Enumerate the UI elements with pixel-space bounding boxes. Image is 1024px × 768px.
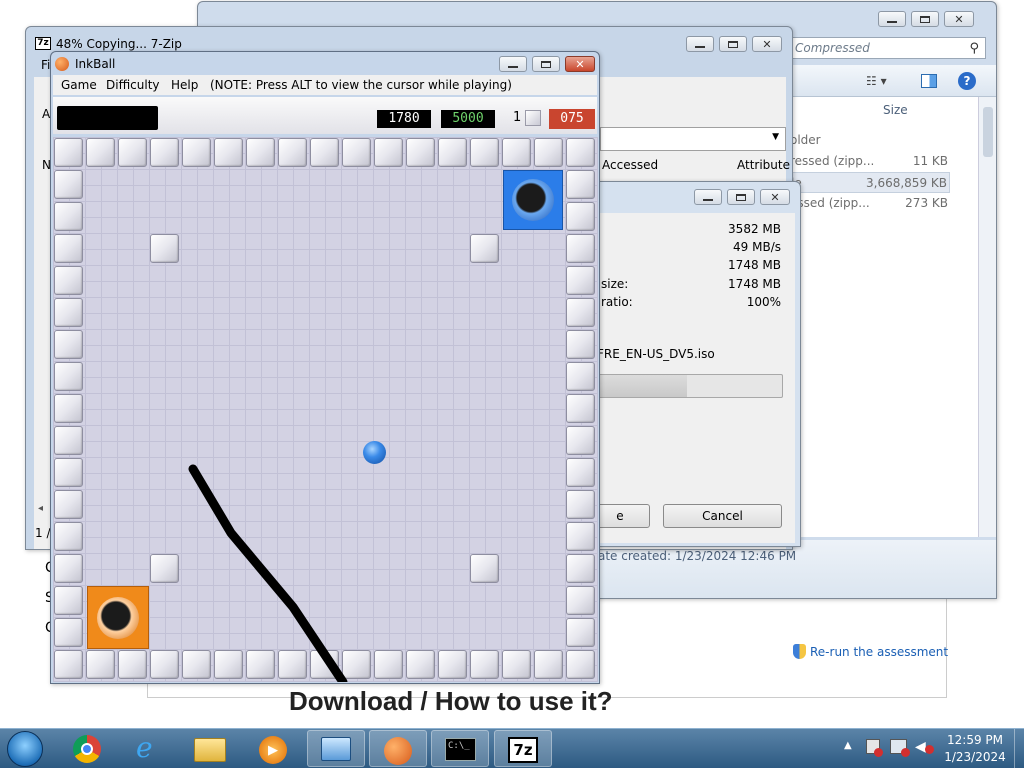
chrome-icon xyxy=(73,735,101,763)
scrollbar[interactable] xyxy=(978,97,996,537)
sevenzip-left-letter: A xyxy=(42,107,51,121)
target-score-display: 5000 xyxy=(441,110,495,128)
rerun-assessment-link[interactable]: Re-run the assessment xyxy=(793,644,948,659)
explorer-icon xyxy=(194,738,226,762)
page-heading: Download / How to use it? xyxy=(289,686,613,716)
ink-stroke xyxy=(188,464,348,682)
cancel-button[interactable]: Cancel xyxy=(663,504,782,528)
explorer-search-box[interactable]: Compressed ⚲ xyxy=(788,37,986,59)
cancel-button-label: Cancel xyxy=(702,509,743,523)
file-size: 11 KB xyxy=(912,154,948,168)
stat-label: ratio: xyxy=(601,295,633,309)
taskbar-chrome[interactable] xyxy=(59,730,117,767)
ie-icon: e xyxy=(136,731,153,764)
taskbar-media-player[interactable]: ▶ xyxy=(245,730,303,767)
file-name: ressed (zipp... xyxy=(790,154,875,168)
sevenzip-title: 48% Copying... 7-Zip xyxy=(56,37,182,51)
minimize-button[interactable] xyxy=(499,56,527,72)
rerun-link-label: Re-run the assessment xyxy=(810,644,949,659)
search-placeholder: Compressed xyxy=(795,41,870,55)
minimize-button[interactable] xyxy=(686,36,714,52)
progress-bar xyxy=(598,374,783,398)
ink-color-display xyxy=(57,106,158,130)
7zip-icon: 7z xyxy=(508,737,538,763)
taskbar-7zip[interactable]: 7z xyxy=(494,730,552,767)
clock-time[interactable]: 12:59 PM xyxy=(940,733,1010,747)
sevenzip-icon: 7z xyxy=(35,37,51,50)
taskbar-ie[interactable]: e xyxy=(122,730,180,767)
background-button-label: e xyxy=(616,509,624,523)
menu-help[interactable]: Help xyxy=(171,78,198,92)
inkball-icon xyxy=(384,737,412,765)
maximize-button[interactable] xyxy=(727,189,755,205)
inkball-title: InkBall xyxy=(75,57,116,71)
menu-note: (NOTE: Press ALT to view the cursor whil… xyxy=(210,78,512,92)
size-header[interactable]: Size xyxy=(883,103,908,117)
help-icon[interactable]: ? xyxy=(958,72,976,90)
menu-difficulty[interactable]: Difficulty xyxy=(106,78,160,92)
taskbar-remote-desktop[interactable] xyxy=(307,730,365,767)
timer-display: 075 xyxy=(549,109,595,129)
file-row-selected[interactable]: le 3,668,859 KB xyxy=(790,172,950,193)
views-icon[interactable]: ☷ ▾ xyxy=(866,74,887,88)
network-icon[interactable] xyxy=(890,739,910,757)
date-created-label: ate created: 1/23/2024 12:46 PM xyxy=(598,549,797,563)
menu-game[interactable]: Game xyxy=(61,78,97,92)
file-size: 3,668,859 KB xyxy=(866,176,947,190)
maximize-button[interactable] xyxy=(532,56,560,72)
stat-value: 1748 MB xyxy=(728,277,781,291)
show-hidden-icons-icon[interactable]: ▲ xyxy=(844,740,852,751)
chevron-down-icon: ▼ xyxy=(772,132,779,142)
balls-left-count: 1 xyxy=(513,110,522,125)
list-header-attribute[interactable]: Attribute xyxy=(737,158,790,172)
list-header-accessed[interactable]: Accessed xyxy=(602,158,658,172)
file-size: 273 KB xyxy=(905,196,948,210)
stat-value: 1748 MB xyxy=(728,258,781,272)
close-button[interactable]: ✕ xyxy=(944,11,974,27)
stat-value: 49 MB/s xyxy=(733,240,781,254)
sevenzip-scroll-left[interactable]: ◂ xyxy=(38,503,43,514)
show-desktop-button[interactable] xyxy=(1014,729,1024,768)
copy-progress-dialog: ✕ 3582 MB 49 MB/s 1748 MB size: 1748 MB … xyxy=(575,181,801,547)
taskbar-cmd[interactable]: C:\_ xyxy=(431,730,489,767)
path-dropdown[interactable]: ▼ xyxy=(600,127,786,151)
close-button[interactable]: ✕ xyxy=(760,189,790,205)
current-filename: FRE_EN-US_DV5.iso xyxy=(597,347,715,361)
ball-tile-icon xyxy=(525,110,541,126)
minimize-button[interactable] xyxy=(694,189,722,205)
clock-date[interactable]: 1/23/2024 xyxy=(940,750,1010,764)
volume-icon[interactable]: ◀ xyxy=(915,739,934,755)
action-center-icon[interactable] xyxy=(866,739,883,757)
remote-desktop-icon xyxy=(321,737,351,761)
close-button[interactable]: ✕ xyxy=(752,36,782,52)
taskbar-explorer[interactable] xyxy=(182,730,240,767)
maximize-button[interactable] xyxy=(911,11,939,27)
start-orb-icon[interactable] xyxy=(7,731,43,767)
stat-value: 3582 MB xyxy=(728,222,781,236)
inkball-app-icon xyxy=(55,57,69,71)
maximize-button[interactable] xyxy=(719,36,747,52)
media-player-icon: ▶ xyxy=(259,736,287,764)
score-display: 1780 xyxy=(377,110,431,128)
file-name: essed (zipp... xyxy=(790,196,870,210)
search-icon: ⚲ xyxy=(969,40,979,56)
taskbar-inkball[interactable] xyxy=(369,730,427,767)
shield-icon xyxy=(793,644,806,659)
progress-fill xyxy=(599,375,687,397)
minimize-button[interactable] xyxy=(878,11,906,27)
inkball-window: InkBall ✕ Game Difficulty Help (NOTE: Pr… xyxy=(50,51,600,684)
stat-value: 100% xyxy=(746,295,781,309)
sevenzip-menu[interactable]: Fi xyxy=(41,58,50,72)
file-name: older xyxy=(790,133,821,147)
sevenzip-status: 1 / xyxy=(35,526,51,540)
game-board[interactable] xyxy=(53,137,598,682)
cmd-icon: C:\_ xyxy=(445,738,476,761)
preview-pane-icon[interactable] xyxy=(921,74,937,88)
close-button[interactable]: ✕ xyxy=(565,56,595,72)
stat-label: size: xyxy=(601,277,629,291)
